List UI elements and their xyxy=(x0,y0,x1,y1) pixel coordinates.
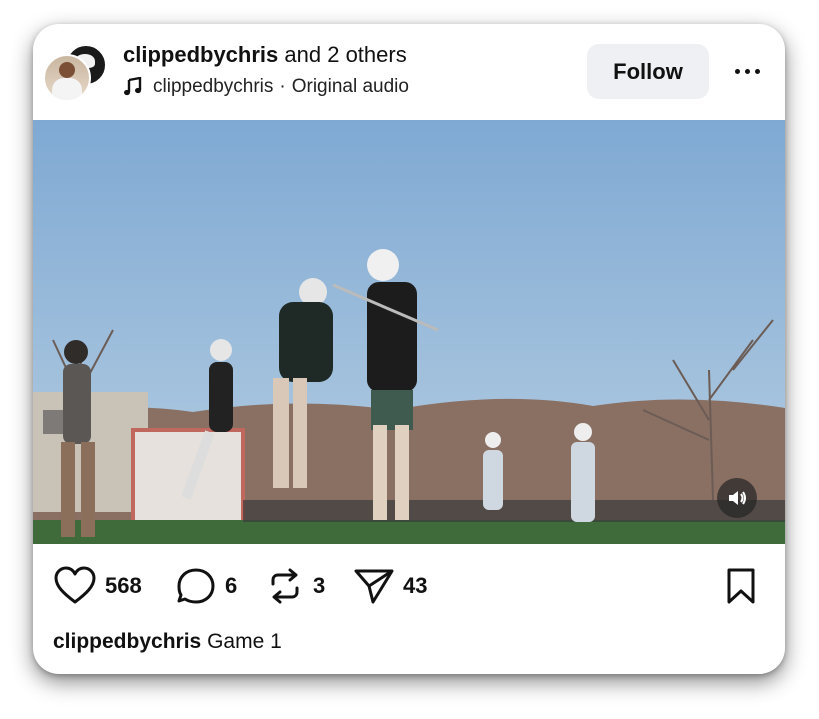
music-note-icon xyxy=(124,77,142,96)
video-frame xyxy=(33,120,785,544)
speaker-icon xyxy=(729,491,746,505)
post-header: clippedbychris and 2 others clippedbychr… xyxy=(33,24,785,119)
post-card: clippedbychris and 2 others clippedbychr… xyxy=(33,24,785,674)
more-dot xyxy=(744,68,750,74)
like-count: 568 xyxy=(105,573,142,598)
share-count: 43 xyxy=(403,573,428,598)
comment-action[interactable]: 6 xyxy=(175,566,237,606)
caption-text: Game 1 xyxy=(207,630,282,653)
action-bar: 568 6 3 43 xyxy=(33,544,785,624)
author-username[interactable]: clippedbychris xyxy=(123,42,278,67)
bookmark-icon[interactable] xyxy=(725,567,757,605)
audio-separator: · xyxy=(279,76,286,97)
comment-bubble-icon[interactable] xyxy=(175,566,217,606)
caption-username[interactable]: clippedbychris xyxy=(53,630,201,653)
like-action[interactable]: 568 xyxy=(53,566,142,606)
post-caption: clippedbychris Game 1 xyxy=(53,630,282,654)
repost-action[interactable]: 3 xyxy=(265,566,325,606)
more-options-button[interactable] xyxy=(727,58,767,84)
save-action[interactable] xyxy=(725,566,757,606)
coauthors-text[interactable]: and 2 others xyxy=(284,42,406,67)
post-video[interactable] xyxy=(33,120,785,544)
more-dot xyxy=(754,68,760,74)
author-avatar xyxy=(43,54,91,102)
send-paper-plane-icon[interactable] xyxy=(353,566,395,606)
comment-count: 6 xyxy=(225,573,238,598)
repost-count: 3 xyxy=(313,573,326,598)
audio-username: clippedbychris xyxy=(153,76,274,97)
follow-button[interactable]: Follow xyxy=(587,44,709,99)
audio-title: Original audio xyxy=(291,76,409,97)
avatar-group[interactable] xyxy=(43,44,107,104)
heart-icon[interactable] xyxy=(53,566,97,606)
more-dots-icon xyxy=(734,68,740,74)
share-action[interactable]: 43 xyxy=(353,566,427,606)
author-line[interactable]: clippedbychris and 2 others xyxy=(123,42,407,68)
sound-toggle-button[interactable] xyxy=(717,478,757,518)
repost-arrows-icon[interactable] xyxy=(265,566,305,606)
audio-line[interactable]: clippedbychris · Original audio xyxy=(123,76,409,98)
